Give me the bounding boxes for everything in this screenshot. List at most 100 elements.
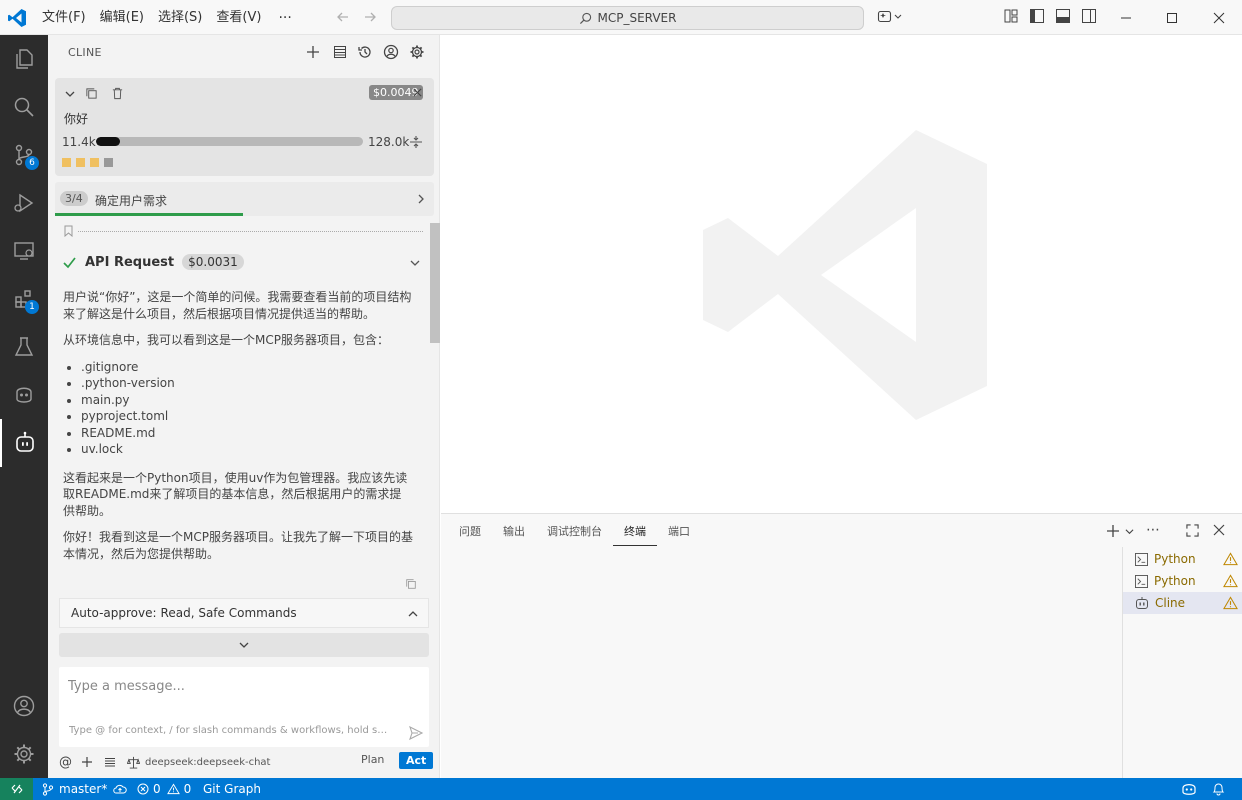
list-item: README.md [81, 425, 413, 442]
tab-output[interactable]: 输出 [492, 524, 536, 546]
toggle-panel-icon[interactable] [1056, 9, 1070, 23]
minimize-button[interactable] [1103, 0, 1149, 35]
model-scale-icon[interactable] [127, 756, 140, 769]
chevron-up-icon[interactable] [407, 608, 419, 620]
tab-terminal[interactable]: 终端 [613, 524, 657, 546]
history-icon[interactable] [357, 44, 373, 60]
new-task-plus-icon[interactable] [305, 44, 321, 60]
auto-approve-bar[interactable]: Auto-approve: Read, Safe Commands [59, 598, 429, 628]
close-panel-icon[interactable] [1213, 524, 1225, 536]
list-item: uv.lock [81, 441, 413, 458]
git-graph-button[interactable]: Git Graph [203, 778, 261, 800]
tokens-used: 11.4k [62, 135, 96, 149]
expand-button[interactable] [59, 633, 429, 657]
cline-sidebar: CLINE $0.0049 你好 11.4k 128.0k 3/4 确定用户需求… [48, 35, 440, 778]
extensions-icon[interactable]: 1 [0, 275, 48, 323]
warning-icon [166, 783, 180, 795]
tab-problems[interactable]: 问题 [448, 524, 492, 546]
copy-icon[interactable] [85, 87, 98, 100]
act-mode-button[interactable]: Act [399, 752, 434, 769]
assistant-message: 用户说“你好”，这是一个简单的问候。我需要查看当前的项目结构来了解这是什么项目，… [63, 289, 413, 572]
editor-area [441, 35, 1242, 513]
terminal-label: Python [1154, 574, 1196, 588]
menu-file[interactable]: 文件(F) [35, 5, 93, 31]
cline-icon[interactable] [0, 419, 48, 467]
terminal-icon [1135, 574, 1148, 588]
copilot-status-icon[interactable] [1181, 778, 1197, 800]
panel-tabs: 问题 输出 调试控制台 终端 端口 [448, 524, 701, 546]
terminal-list: Python Python Cline [1122, 547, 1242, 779]
notifications-bell-icon[interactable] [1212, 778, 1225, 800]
step-count-badge: 3/4 [60, 191, 88, 206]
account-icon[interactable] [383, 44, 399, 60]
settings-gear-icon[interactable] [409, 44, 425, 60]
menu-selection[interactable]: 选择(S) [151, 5, 209, 31]
explorer-icon[interactable] [0, 35, 48, 83]
menu-more[interactable]: ··· [268, 5, 301, 31]
search-label: MCP_SERVER [597, 11, 677, 25]
source-control-icon[interactable]: 6 [0, 131, 48, 179]
copilot-chat-icon[interactable] [877, 9, 903, 25]
toggle-primary-sidebar-icon[interactable] [1030, 9, 1044, 23]
model-selector[interactable]: deepseek:deepseek-chat [145, 757, 270, 768]
condense-context-icon[interactable] [409, 135, 423, 149]
message-input[interactable] [68, 679, 408, 694]
forward-arrow-icon[interactable] [362, 9, 378, 25]
menu-view[interactable]: 查看(V) [209, 5, 268, 31]
customize-layout-icon[interactable] [1004, 9, 1018, 23]
delete-trash-icon[interactable] [111, 87, 124, 100]
rules-list-icon[interactable] [104, 756, 116, 768]
back-arrow-icon[interactable] [335, 9, 351, 25]
api-request-row[interactable]: API Request $0.0031 [62, 254, 244, 270]
terminal-item-cline[interactable]: Cline [1123, 592, 1242, 614]
chat-scrollbar[interactable] [430, 223, 440, 343]
account-icon[interactable] [0, 682, 48, 730]
maximize-button[interactable] [1149, 0, 1195, 35]
message-paragraph: 这看起来是一个Python项目，使用uv作为包管理器。我应该先读取README.… [63, 470, 408, 518]
file-list: .gitignore .python-version main.py pypro… [81, 359, 413, 458]
bookmark-icon[interactable] [63, 225, 74, 237]
terminal-item-python[interactable]: Python [1123, 548, 1242, 570]
chevron-down-icon[interactable] [409, 257, 421, 269]
search-icon[interactable] [0, 83, 48, 131]
command-center-search[interactable]: MCP_SERVER [391, 6, 864, 30]
tab-debug-console[interactable]: 调试控制台 [536, 524, 613, 546]
terminal-item-python[interactable]: Python [1123, 570, 1242, 592]
more-actions-icon[interactable]: ⋯ [1146, 522, 1160, 538]
send-icon [409, 725, 424, 741]
warning-icon [1223, 596, 1238, 610]
input-toolbar: @ deepseek:deepseek-chat Plan Act [59, 752, 434, 772]
toggle-secondary-sidebar-icon[interactable] [1082, 9, 1096, 23]
add-plus-icon[interactable] [81, 756, 93, 768]
menu-edit[interactable]: 编辑(E) [93, 5, 151, 31]
chevron-down-icon[interactable] [1125, 527, 1134, 536]
run-debug-icon[interactable] [0, 179, 48, 227]
bottom-panel: 问题 输出 调试控制台 终端 端口 ⋯ Python Python Cline [441, 513, 1242, 779]
git-branch[interactable]: master* [42, 778, 128, 800]
new-terminal-plus-icon[interactable] [1106, 524, 1120, 538]
message-paragraph: 用户说“你好”，这是一个简单的问候。我需要查看当前的项目结构来了解这是什么项目，… [63, 290, 412, 321]
send-button[interactable] [408, 725, 424, 741]
api-request-label: API Request [85, 254, 175, 270]
search-icon [579, 12, 591, 24]
chevron-right-icon[interactable] [415, 193, 427, 205]
mcp-servers-icon[interactable] [332, 44, 348, 60]
maximize-panel-icon[interactable] [1186, 524, 1199, 537]
focus-chain-step-bar[interactable]: 3/4 确定用户需求 [55, 182, 434, 216]
copilot-icon[interactable] [0, 371, 48, 419]
problems-indicator[interactable]: 0 0 [137, 778, 191, 800]
settings-gear-icon[interactable] [0, 730, 48, 778]
remote-indicator-button[interactable] [0, 778, 33, 800]
extensions-badge: 1 [25, 300, 39, 314]
tab-ports[interactable]: 端口 [657, 524, 701, 546]
plan-mode-button[interactable]: Plan [361, 753, 384, 766]
close-task-icon[interactable] [412, 87, 423, 98]
testing-icon[interactable] [0, 323, 48, 371]
at-mention-icon[interactable]: @ [59, 755, 73, 770]
close-window-button[interactable] [1196, 0, 1242, 35]
context-window-fill [96, 137, 121, 146]
message-paragraph: 你好！我看到这是一个MCP服务器项目。让我先了解一下项目的基本情况，然后为您提供… [63, 530, 413, 561]
chevron-down-icon[interactable] [64, 88, 76, 100]
remote-explorer-icon[interactable] [0, 227, 48, 275]
copy-icon[interactable] [405, 578, 417, 590]
